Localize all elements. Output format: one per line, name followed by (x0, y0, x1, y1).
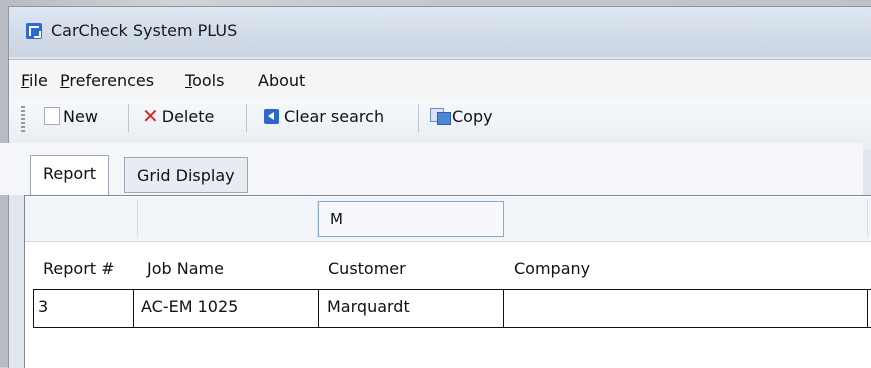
delete-button-label: Delete (161, 106, 215, 126)
column-header-customer[interactable]: Customer (328, 259, 406, 278)
menu-about[interactable]: About (258, 71, 305, 90)
app-icon (26, 23, 42, 39)
copy-button-label: Copy (452, 106, 493, 126)
toolbar-separator (418, 104, 419, 132)
delete-button[interactable]: ✕ Delete (142, 100, 214, 132)
new-button[interactable]: New (44, 100, 98, 132)
title-bar: CarCheck System PLUS (9, 7, 871, 57)
row-border-left (33, 289, 34, 328)
filter-cell-report[interactable] (25, 199, 138, 237)
copy-icon (430, 108, 451, 125)
tab-grid-display[interactable]: Grid Display (124, 157, 248, 193)
cell-report-number[interactable]: 3 (38, 297, 48, 316)
clear-search-label: Clear search (284, 106, 385, 126)
menu-tools[interactable]: Tools (185, 71, 224, 90)
cell-divider (318, 289, 319, 328)
column-header-job-name[interactable]: Job Name (147, 259, 224, 278)
menu-file[interactable]: File (21, 71, 48, 90)
menu-bar: File Preferences Tools About (9, 59, 871, 100)
cell-customer[interactable]: Marquardt (327, 297, 410, 316)
toolbar-separator (128, 104, 129, 132)
cell-divider (503, 289, 504, 328)
delete-x-icon: ✕ (142, 104, 159, 128)
column-header-company[interactable]: Company (514, 259, 590, 278)
new-button-label: New (63, 106, 98, 126)
customer-filter-input[interactable] (318, 201, 504, 237)
clear-search-icon (264, 108, 279, 124)
cell-divider (133, 289, 134, 328)
copy-button[interactable]: Copy (430, 100, 493, 132)
toolbar-separator (246, 104, 247, 132)
window-title: CarCheck System PLUS (51, 21, 238, 40)
column-header-report[interactable]: Report # (43, 259, 115, 278)
filter-cell-company[interactable] (504, 199, 868, 237)
clear-search-button[interactable]: Clear search (264, 100, 384, 132)
tab-report[interactable]: Report (30, 155, 110, 195)
row-border-bottom (33, 327, 871, 328)
cell-divider (867, 289, 868, 328)
menu-preferences[interactable]: Preferences (60, 71, 154, 90)
filter-cell-job-name[interactable] (138, 199, 318, 237)
new-document-icon (44, 107, 60, 125)
cell-job-name[interactable]: AC-EM 1025 (141, 297, 238, 316)
row-border-top (33, 289, 871, 290)
toolbar-grip[interactable] (21, 106, 25, 132)
